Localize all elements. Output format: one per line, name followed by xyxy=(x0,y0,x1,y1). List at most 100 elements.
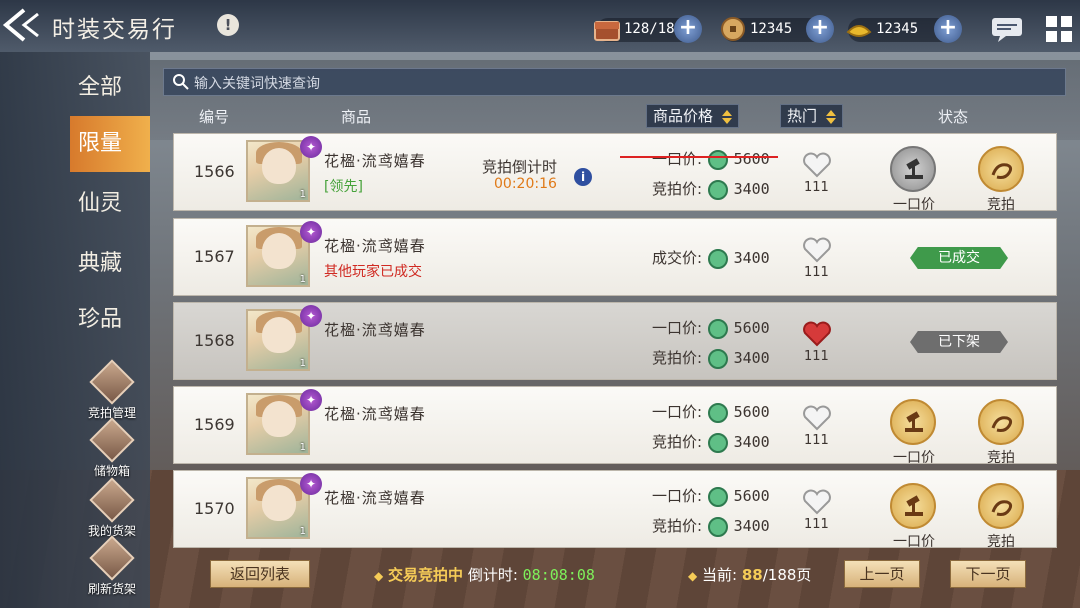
auction-manage-button[interactable]: 竞拍管理 xyxy=(82,359,142,420)
sort-icon xyxy=(721,109,732,124)
chat-icon[interactable] xyxy=(990,16,1024,44)
dragon-icon xyxy=(991,163,1013,179)
gavel-icon xyxy=(89,359,135,405)
buyout-value: 5600 xyxy=(733,487,770,505)
page-current: 88 xyxy=(741,566,763,584)
heart-icon[interactable] xyxy=(802,237,832,263)
item-stack-count: 1 xyxy=(299,526,306,537)
item-name: 花楹·流鸢嬉春 xyxy=(324,152,426,170)
page-total: /188页 xyxy=(762,566,812,584)
heart-icon[interactable] xyxy=(802,152,832,178)
buyout-label: 一口价: xyxy=(651,403,702,421)
bid-button-label: 竞拍 xyxy=(987,534,1015,550)
buyout-value: 5600 xyxy=(733,319,770,337)
refresh-shelf-button[interactable]: 刷新货架 xyxy=(82,535,142,596)
add-gold-button[interactable]: + xyxy=(934,15,962,43)
sort-by-hot-button[interactable]: 热门 xyxy=(780,104,843,128)
buyout-button[interactable] xyxy=(890,483,936,529)
rarity-badge-icon: ✦ xyxy=(300,473,322,495)
bid-label: 竞拍价: xyxy=(651,180,702,198)
heart-icon[interactable] xyxy=(802,489,832,515)
buyout-button-label: 一口价 xyxy=(893,450,935,466)
header-item: 商品 xyxy=(341,108,372,126)
avatar-face xyxy=(262,401,296,437)
back-to-list-button[interactable]: 返回列表 xyxy=(210,560,310,588)
gavel-icon xyxy=(905,495,923,516)
back-arrow-icon[interactable] xyxy=(2,6,44,44)
buyout-button-label: 一口价 xyxy=(893,197,935,213)
bid-label: 竞拍价: xyxy=(651,349,702,367)
bid-label: 竞拍价: xyxy=(651,517,702,535)
table-row: 1569 1 ✦ 花楹·流鸢嬉春 一口价: 5600 竞拍价: 3400 111… xyxy=(173,386,1057,466)
buyout-price: 一口价: 5600 xyxy=(634,317,770,340)
category-collection[interactable]: 典藏 xyxy=(70,236,150,292)
bid-button-label: 竞拍 xyxy=(987,450,1015,466)
search-bar[interactable]: 输入关键词快速查询 xyxy=(163,68,1066,96)
resource-copper-value: 12345 xyxy=(750,21,793,37)
hot-count: 111 xyxy=(804,265,829,280)
add-copper-button[interactable]: + xyxy=(806,15,834,43)
category-limited[interactable]: 限量 xyxy=(70,116,150,172)
buyout-button[interactable] xyxy=(890,399,936,445)
jade-coin-icon xyxy=(707,516,728,537)
header-hot: 热门 xyxy=(787,107,818,125)
category-treasure[interactable]: 珍品 xyxy=(70,292,150,348)
jade-coin-icon xyxy=(707,348,728,369)
category-all[interactable]: 全部 xyxy=(70,60,150,116)
search-icon xyxy=(173,74,189,90)
bid-button[interactable] xyxy=(978,146,1024,192)
avatar-face xyxy=(262,485,296,521)
countdown-label: 倒计时: xyxy=(467,566,518,584)
status-badge: 已成交 xyxy=(910,247,1008,269)
resource-gold: 12345 + xyxy=(846,15,962,43)
search-placeholder: 输入关键词快速查询 xyxy=(194,76,320,92)
add-chest-button[interactable]: + xyxy=(674,15,702,43)
item-name: 花楹·流鸢嬉春 xyxy=(324,405,426,423)
bid-value: 3400 xyxy=(733,180,770,198)
countdown-info-icon[interactable]: i xyxy=(574,168,592,186)
my-shelf-button[interactable]: 我的货架 xyxy=(82,477,142,538)
row-id: 1568 xyxy=(194,331,235,350)
buyout-button[interactable] xyxy=(890,146,936,192)
table-row: 1568 1 ✦ 花楹·流鸢嬉春 一口价: 5600 竞拍价: 3400 111… xyxy=(173,302,1057,380)
menu-grid-icon[interactable] xyxy=(1044,14,1074,44)
avatar-face xyxy=(262,317,296,353)
buyout-price: 一口价: 5600 xyxy=(634,148,770,171)
footer-bar: 返回列表 ◆ 交易竞拍中 倒计时: 08:08:08 ◆ 当前: 88/188页… xyxy=(150,552,1080,608)
countdown-label: 竞拍倒计时 xyxy=(482,158,558,176)
table-row: 1570 1 ✦ 花楹·流鸢嬉春 一口价: 5600 竞拍价: 3400 111… xyxy=(173,470,1057,550)
gavel-icon xyxy=(905,158,923,179)
page-indicator: ◆ 当前: 88/188页 xyxy=(688,564,811,585)
dragon-icon xyxy=(991,500,1013,516)
sort-by-price-button[interactable]: 商品价格 xyxy=(646,104,739,128)
chest-icon xyxy=(594,21,620,41)
row-id: 1566 xyxy=(194,162,235,181)
status-badge: 已下架 xyxy=(910,331,1008,353)
resource-chest: 128/180 + xyxy=(594,15,702,43)
dragon-icon xyxy=(991,416,1013,432)
category-fairy[interactable]: 仙灵 xyxy=(70,176,150,232)
bid-button[interactable] xyxy=(978,399,1024,445)
item-stack-count: 1 xyxy=(299,189,306,200)
deal-price: 成交价: 3400 xyxy=(634,247,770,270)
bid-button[interactable] xyxy=(978,483,1024,529)
storage-box-button[interactable]: 储物箱 xyxy=(82,417,142,478)
jade-coin-icon xyxy=(707,432,728,453)
avatar-face xyxy=(262,148,296,184)
next-page-button[interactable]: 下一页 xyxy=(950,560,1026,588)
deal-label: 成交价: xyxy=(651,249,702,267)
heart-filled-icon[interactable] xyxy=(802,321,832,347)
leading-tag: [领先] xyxy=(324,179,363,195)
sort-icon xyxy=(825,109,836,124)
heart-icon[interactable] xyxy=(802,405,832,431)
rarity-badge-icon: ✦ xyxy=(300,389,322,411)
gold-ingot-icon xyxy=(846,25,872,37)
row-id: 1570 xyxy=(194,499,235,518)
auction-status: ◆ 交易竞拍中 倒计时: 08:08:08 xyxy=(374,564,595,585)
item-name: 花楹·流鸢嬉春 xyxy=(324,321,426,339)
prev-page-button[interactable]: 上一页 xyxy=(844,560,920,588)
shelf-icon xyxy=(89,477,135,523)
info-icon[interactable]: ! xyxy=(217,14,239,36)
resource-copper: 12345 + xyxy=(721,15,834,43)
rarity-badge-icon: ✦ xyxy=(300,136,322,158)
